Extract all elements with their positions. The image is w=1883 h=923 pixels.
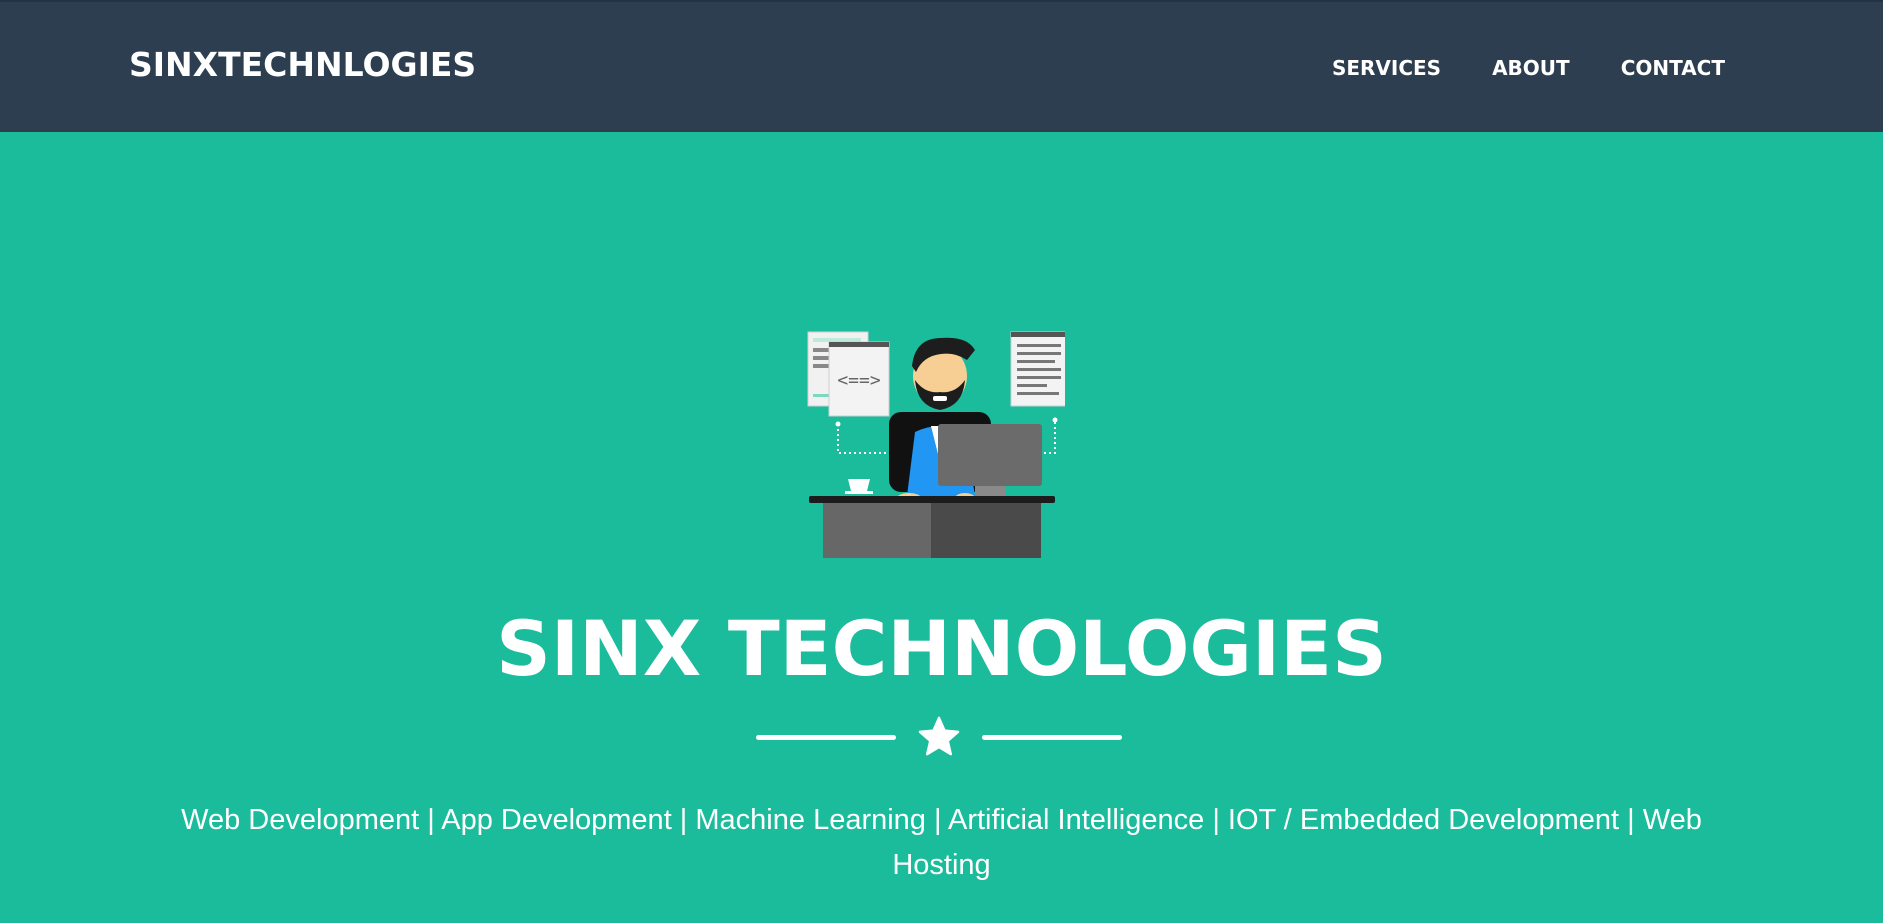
nav-link-about[interactable]: ABOUT: [1492, 55, 1570, 81]
divider-line-left: [756, 735, 896, 740]
nav-link-contact[interactable]: CONTACT: [1621, 55, 1725, 81]
nav-links: SERVICES ABOUT CONTACT: [1332, 55, 1725, 81]
star-divider: [756, 714, 1122, 762]
brand-logo-link[interactable]: SINXTECHNLOGIES: [129, 45, 476, 85]
hero-title: SINX TECHNOLOGIES: [496, 604, 1387, 693]
svg-text:<==>: <==>: [837, 370, 881, 391]
hero-subtitle: Web Development | App Development | Mach…: [181, 804, 1702, 881]
nav-link-services[interactable]: SERVICES: [1332, 55, 1441, 81]
developer-at-desk-illustration: <==>: [807, 331, 1065, 558]
divider-line-right: [982, 735, 1122, 740]
star-icon: [918, 716, 960, 756]
navbar: SINXTECHNLOGIES SERVICES ABOUT CONTACT: [0, 0, 1883, 132]
